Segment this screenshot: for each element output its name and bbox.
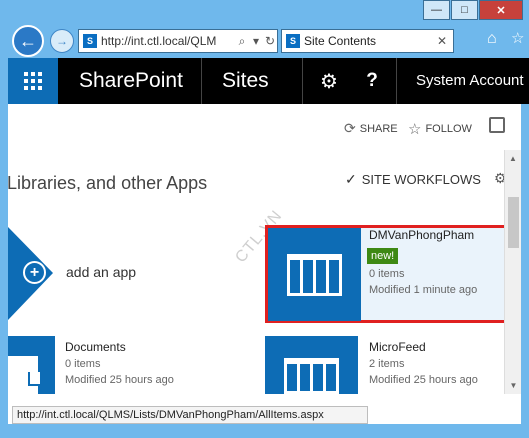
star-icon: ☆ [408, 121, 422, 138]
workflow-check-icon: ✓ [345, 171, 357, 187]
tab-close-icon[interactable]: ✕ [437, 34, 453, 48]
list-tile-icon[interactable] [268, 228, 361, 321]
tile-item-count: 0 items [369, 268, 405, 280]
add-app-link[interactable]: add an app [66, 264, 136, 280]
tile-name[interactable]: MicroFeed [369, 340, 426, 354]
divider [201, 58, 202, 104]
address-text[interactable]: http://int.ctl.local/QLM [101, 34, 235, 48]
tile-name[interactable]: DMVanPhongPham [369, 228, 474, 242]
document-fold [28, 372, 40, 386]
list-tile-icon[interactable] [265, 336, 358, 394]
divider [302, 58, 303, 104]
sharepoint-tab-icon: S [286, 34, 300, 48]
window-bottom-frame [0, 424, 529, 438]
sharepoint-brand[interactable]: SharePoint [79, 69, 183, 93]
status-url-tooltip: http://int.ctl.local/QLMS/Lists/DMVanPho… [12, 406, 368, 424]
site-workflows-label: SITE WORKFLOWS [361, 172, 481, 187]
close-button[interactable]: ✕ [479, 0, 523, 20]
settings-gear-icon[interactable]: ⚙ [308, 58, 350, 104]
forward-button[interactable]: → [50, 29, 74, 53]
back-button[interactable]: ← [12, 25, 44, 57]
suite-bar: SharePoint Sites ⚙ ? System Account [8, 58, 529, 104]
share-label: SHARE [359, 122, 398, 135]
dropdown-icon[interactable]: ▾ [249, 34, 263, 48]
home-icon[interactable]: ⌂ [487, 30, 497, 48]
sites-link[interactable]: Sites [222, 69, 269, 93]
app-launcher-icon[interactable] [8, 58, 58, 104]
divider [396, 58, 397, 104]
tile-item-count: 2 items [369, 358, 405, 370]
help-icon[interactable]: ? [351, 58, 393, 104]
scroll-down-icon[interactable]: ▼ [505, 377, 522, 394]
refresh-icon[interactable]: ↻ [263, 34, 277, 48]
share-icon: ⟳ [344, 120, 356, 136]
page-title: Libraries, and other Apps [7, 173, 208, 193]
list-table-icon [287, 254, 342, 296]
focus-on-content-icon[interactable] [489, 117, 505, 133]
tile-item-count: 0 items [65, 358, 101, 370]
tile-name[interactable]: Documents [65, 340, 126, 354]
follow-button[interactable]: ☆ FOLLOW [408, 120, 472, 138]
maximize-button[interactable]: □ [451, 0, 478, 20]
account-menu[interactable]: System Account [416, 72, 524, 89]
address-bar[interactable]: S http://int.ctl.local/QLM ⌕ ▾ ↻ [78, 29, 278, 53]
search-icon[interactable]: ⌕ [235, 34, 249, 49]
scroll-up-icon[interactable]: ▲ [505, 150, 521, 167]
sharepoint-favicon-icon: S [83, 34, 97, 48]
window-left-frame [0, 58, 8, 424]
plus-icon[interactable]: + [23, 261, 46, 284]
window-right-frame [521, 104, 529, 424]
command-bar: ⟳ SHARE ☆ FOLLOW [8, 104, 505, 146]
tile-modified: Modified 25 hours ago [369, 374, 478, 386]
minimize-button[interactable]: — [423, 0, 450, 20]
new-badge: new! [367, 248, 399, 264]
share-button[interactable]: ⟳ SHARE [344, 120, 398, 137]
favorites-star-icon[interactable]: ☆ [511, 29, 524, 47]
tile-modified: Modified 25 hours ago [65, 374, 174, 386]
tab-site-contents[interactable]: S Site Contents ✕ [281, 29, 454, 53]
vertical-scrollbar[interactable]: ▲ ▼ [504, 150, 521, 394]
tab-label: Site Contents [304, 34, 377, 48]
tile-modified: Modified 1 minute ago [369, 284, 478, 296]
scroll-thumb[interactable] [508, 197, 519, 248]
follow-label: FOLLOW [425, 123, 472, 135]
site-workflows-button[interactable]: ✓ SITE WORKFLOWS [345, 171, 481, 188]
window-controls: — □ ✕ [422, 0, 523, 20]
